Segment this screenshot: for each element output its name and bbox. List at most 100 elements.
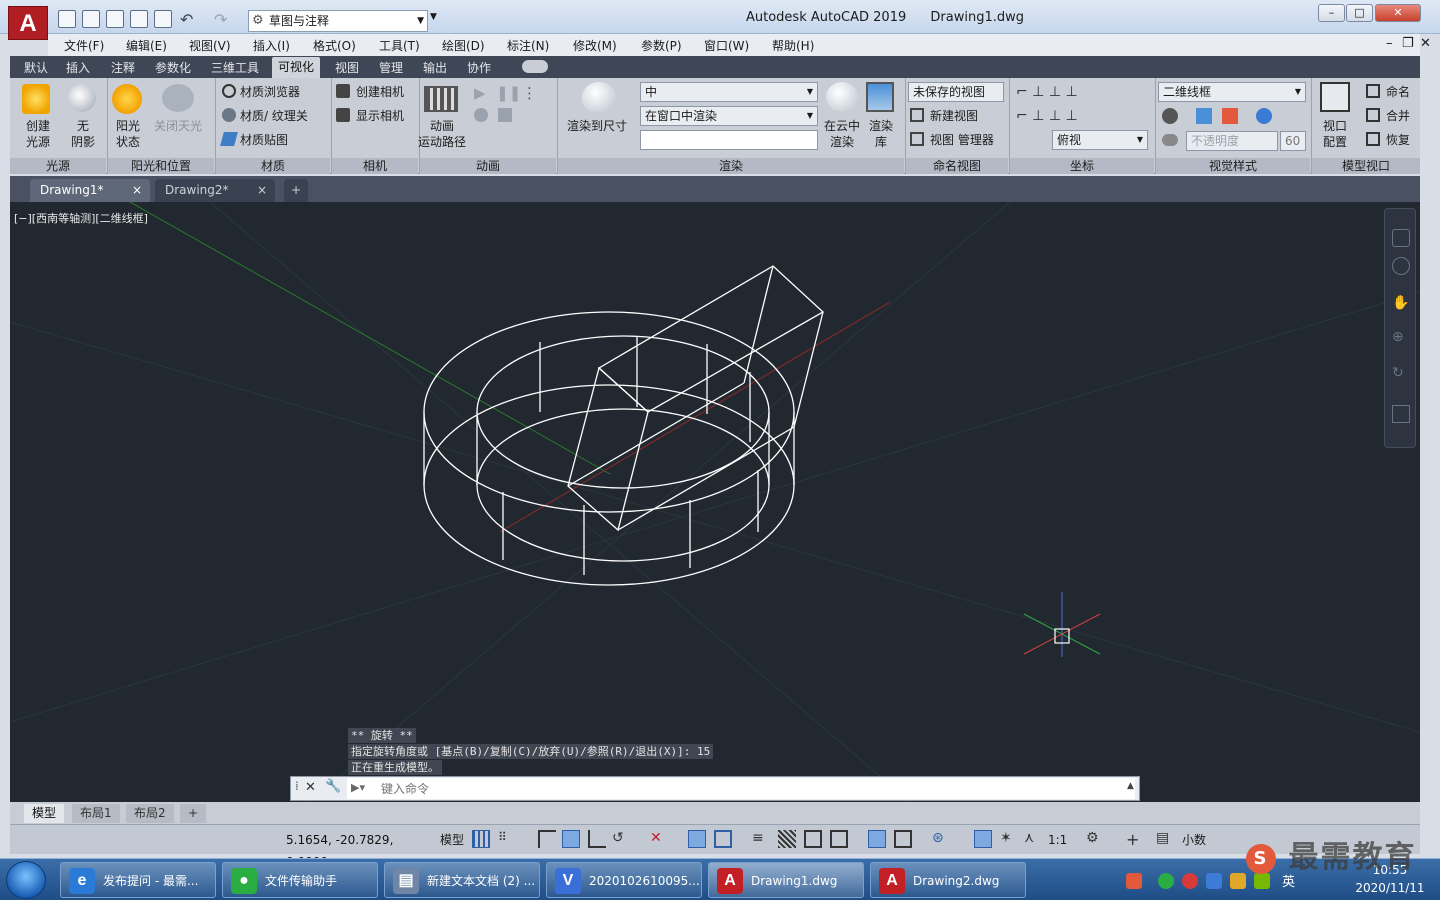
lineweight-icon[interactable]: ≡ <box>752 830 770 848</box>
materials-panel-title[interactable]: 材质 <box>216 158 330 174</box>
restore-viewport-button[interactable]: 恢复 <box>1386 132 1410 148</box>
taskbar-item[interactable]: ● 文件传输助手 <box>222 862 378 898</box>
sun-status-icon[interactable] <box>112 84 142 114</box>
ucs-rotate-icon[interactable]: ⌐ ⊥ ⊥ ⊥ <box>1016 108 1078 124</box>
close-icon[interactable]: ✕ <box>305 780 316 795</box>
ucs-view-dropdown[interactable]: 俯视 ▼ <box>1052 130 1148 150</box>
face-style-icon[interactable] <box>1196 108 1212 124</box>
undo-icon[interactable]: ↶ <box>180 10 193 29</box>
viewport-config-label[interactable]: 视口 配置 <box>1320 118 1350 150</box>
pan-icon[interactable]: ✋ <box>1392 295 1410 313</box>
color-icon[interactable] <box>1256 108 1272 124</box>
tab-layout2[interactable]: 布局2 <box>126 804 174 823</box>
taskbar-item[interactable]: A Drawing2.dwg <box>870 862 1026 898</box>
menu-insert[interactable]: 插入(I) <box>253 37 290 54</box>
tab-model[interactable]: 模型 <box>24 804 65 823</box>
object-snap-tracking-icon[interactable] <box>688 830 706 848</box>
steering-wheel-icon[interactable] <box>1392 229 1410 247</box>
material-mapping-button[interactable]: 材质贴图 <box>240 132 288 148</box>
plot-icon[interactable] <box>154 10 172 28</box>
tab-layout1[interactable]: 布局1 <box>72 804 120 823</box>
opacity-field[interactable]: 不透明度 <box>1186 131 1278 151</box>
motion-path-label[interactable]: 动画 运动路径 <box>416 118 468 150</box>
ribbon-minimize-icon[interactable] <box>522 60 548 73</box>
new-view-button[interactable]: 新建视图 <box>930 108 978 124</box>
tab-visualize[interactable]: 可视化 <box>272 57 321 78</box>
menu-window[interactable]: 窗口(W) <box>704 37 749 54</box>
model-space-button[interactable]: 模型 <box>440 829 464 851</box>
view-manager-button[interactable]: 视图 管理器 <box>930 132 994 148</box>
model-viewports-panel-title[interactable]: 模型视口 <box>1312 158 1420 174</box>
create-light-label[interactable]: 创建 光源 <box>22 118 54 150</box>
maximize-button[interactable]: □ <box>1346 4 1373 22</box>
new-file-icon[interactable] <box>58 10 76 28</box>
cloud-render-label[interactable]: 在云中 渲染 <box>822 118 862 150</box>
render-gallery-label[interactable]: 渲染 库 <box>868 118 894 150</box>
teapot-icon[interactable] <box>582 82 616 112</box>
command-input[interactable] <box>347 778 1135 799</box>
tab-collaborate[interactable]: 协作 <box>467 59 491 76</box>
3d-object-snap-icon[interactable] <box>830 830 848 848</box>
menu-parametric[interactable]: 参数(P) <box>641 37 682 54</box>
opacity-value[interactable]: 60 <box>1280 131 1306 151</box>
doc-restore-icon[interactable]: ❐ <box>1402 36 1414 51</box>
dynamic-ucs-icon[interactable] <box>868 830 886 848</box>
new-tab-button[interactable]: + <box>284 179 308 202</box>
selection-cycling-icon[interactable] <box>804 830 822 848</box>
named-views-panel-title[interactable]: 命名视图 <box>906 158 1008 174</box>
lighting-icon[interactable] <box>1222 108 1238 124</box>
network-tray-icon[interactable] <box>1230 873 1246 889</box>
open-file-icon[interactable] <box>82 10 100 28</box>
dynamic-input-icon[interactable] <box>562 830 580 848</box>
qat-customize-icon[interactable]: ▼ <box>430 12 437 22</box>
animation-panel-title[interactable]: 动画 <box>420 158 556 174</box>
coordinate-readout[interactable]: 5.1654, -20.7829, 0.0000 <box>286 829 436 869</box>
plus-icon[interactable]: + <box>1126 830 1144 849</box>
orbit-icon[interactable]: ↻ <box>1392 365 1410 383</box>
doc-tab-drawing2[interactable]: Drawing2* × <box>155 179 275 202</box>
name-viewport-button[interactable]: 命名 <box>1386 84 1410 100</box>
taskbar-item[interactable]: ▤ 新建文本文档 (2) ... <box>384 862 540 898</box>
gear-icon[interactable]: ⚙ <box>1086 830 1104 848</box>
render-target-dropdown[interactable]: 在窗口中渲染 ▼ <box>640 106 818 126</box>
sky-off-label[interactable]: 关闭天光 <box>154 118 202 134</box>
polar-tracking-icon[interactable]: ↺ <box>612 830 630 848</box>
save-as-icon[interactable] <box>130 10 148 28</box>
wrench-icon[interactable]: 🔧 <box>325 779 341 794</box>
render-to-size-button[interactable]: 渲染到尺寸 <box>567 118 627 134</box>
grid-display-icon[interactable] <box>472 830 490 848</box>
sky-off-icon[interactable] <box>162 84 194 112</box>
record-icon[interactable] <box>474 108 488 122</box>
tab-view[interactable]: 视图 <box>335 59 359 76</box>
tab-output[interactable]: 输出 <box>423 59 447 76</box>
security-tray-icon[interactable] <box>1206 873 1222 889</box>
doc-tab-drawing1[interactable]: Drawing1* × <box>30 179 150 202</box>
annotation-scale-value[interactable]: 1:1 <box>1048 829 1067 851</box>
named-view-dropdown[interactable]: 未保存的视图 <box>908 82 1004 102</box>
ortho-mode-icon[interactable] <box>588 830 606 848</box>
infer-constraints-icon[interactable] <box>538 830 556 848</box>
material-texture-toggle[interactable]: 材质/ 纹理关 <box>240 108 308 124</box>
sun-status-label[interactable]: 阳光 状态 <box>112 118 144 150</box>
model-viewport[interactable]: [−][西南等轴测][二维线框] ✋ ⊕ ↻ ** 旋转 ** 指定旋转角度或 … <box>10 202 1420 802</box>
viewport-config-icon[interactable] <box>1320 82 1350 112</box>
join-viewport-button[interactable]: 合并 <box>1386 108 1410 124</box>
tab-home[interactable]: 默认 <box>24 59 48 76</box>
menu-view[interactable]: 视图(V) <box>189 37 231 54</box>
show-camera-button[interactable]: 显示相机 <box>356 108 404 124</box>
isometric-drafting-icon[interactable]: ✕ <box>650 830 668 848</box>
shadow-label[interactable]: 无 阴影 <box>70 118 96 150</box>
auto-scale-icon[interactable]: ✶ <box>1000 830 1018 848</box>
visual-style-dropdown[interactable]: 二维线框 ▼ <box>1158 82 1306 102</box>
create-light-icon[interactable] <box>22 84 50 114</box>
gizmo-icon[interactable]: ⊛ <box>932 830 950 848</box>
menu-file[interactable]: 文件(F) <box>64 37 104 54</box>
create-camera-button[interactable]: 创建相机 <box>356 84 404 100</box>
doc-close-icon[interactable]: ✕ <box>1420 36 1431 51</box>
save-icon[interactable] <box>106 10 124 28</box>
zoom-icon[interactable]: ⊕ <box>1392 329 1410 347</box>
menu-dimension[interactable]: 标注(N) <box>507 37 549 54</box>
menu-tools[interactable]: 工具(T) <box>379 37 420 54</box>
application-menu-button[interactable]: A <box>8 6 48 40</box>
units-value[interactable]: 小数 <box>1182 829 1206 851</box>
